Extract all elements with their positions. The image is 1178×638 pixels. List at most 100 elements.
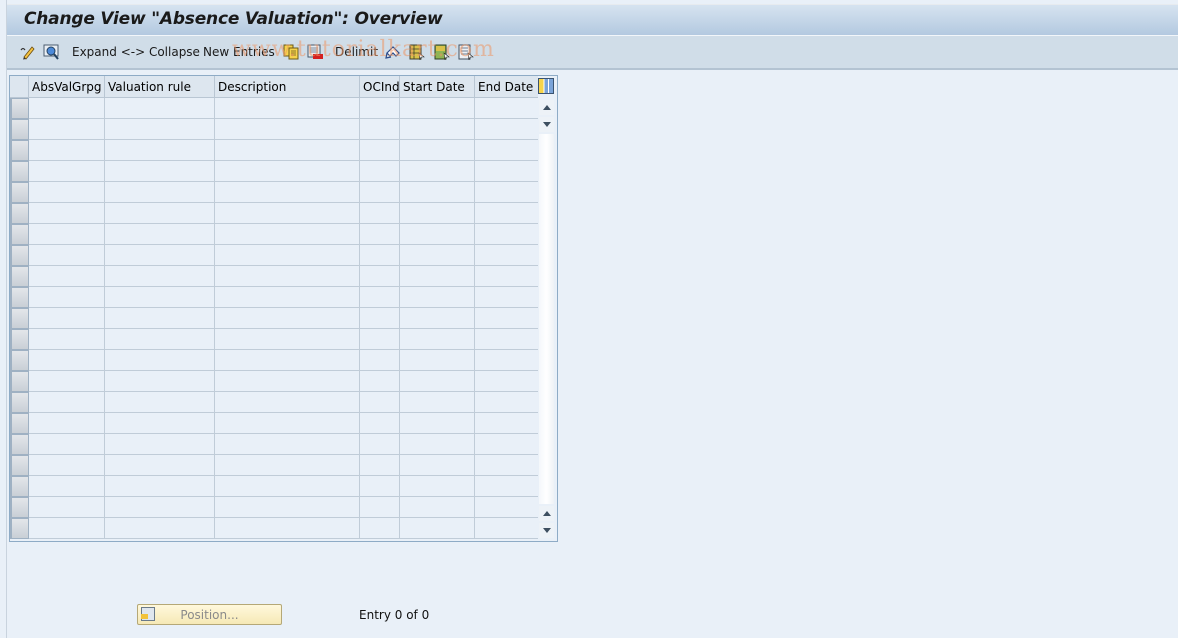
undo-change-button[interactable] xyxy=(385,42,401,62)
table-cell-start_date[interactable] xyxy=(400,245,475,266)
table-cell-absvalgrpg[interactable] xyxy=(29,308,105,329)
row-selector-button[interactable] xyxy=(10,119,29,140)
column-header-start-date[interactable]: Start Date xyxy=(400,76,475,98)
table-cell-valuation_rule[interactable] xyxy=(105,350,215,371)
table-cell-ocind[interactable] xyxy=(360,350,400,371)
table-cell-ocind[interactable] xyxy=(360,245,400,266)
table-cell-start_date[interactable] xyxy=(400,329,475,350)
table-cell-valuation_rule[interactable] xyxy=(105,98,215,119)
select-block-button[interactable] xyxy=(434,42,450,62)
column-header-description[interactable]: Description xyxy=(215,76,360,98)
table-cell-start_date[interactable] xyxy=(400,518,475,539)
table-cell-valuation_rule[interactable] xyxy=(105,392,215,413)
table-cell-description[interactable] xyxy=(215,266,360,287)
table-cell-end_date[interactable] xyxy=(475,266,538,287)
table-cell-start_date[interactable] xyxy=(400,434,475,455)
table-cell-valuation_rule[interactable] xyxy=(105,266,215,287)
find-button[interactable] xyxy=(43,42,59,62)
column-header-ocind[interactable]: OCInd xyxy=(360,76,400,98)
table-cell-description[interactable] xyxy=(215,413,360,434)
table-cell-start_date[interactable] xyxy=(400,455,475,476)
table-cell-ocind[interactable] xyxy=(360,287,400,308)
table-cell-end_date[interactable] xyxy=(475,182,538,203)
table-cell-ocind[interactable] xyxy=(360,329,400,350)
table-cell-valuation_rule[interactable] xyxy=(105,434,215,455)
table-cell-description[interactable] xyxy=(215,476,360,497)
row-selector-button[interactable] xyxy=(10,224,29,245)
table-cell-end_date[interactable] xyxy=(475,224,538,245)
table-cell-absvalgrpg[interactable] xyxy=(29,413,105,434)
table-cell-description[interactable] xyxy=(215,434,360,455)
deselect-all-button[interactable] xyxy=(458,42,474,62)
table-cell-valuation_rule[interactable] xyxy=(105,329,215,350)
table-cell-description[interactable] xyxy=(215,182,360,203)
row-selector-button[interactable] xyxy=(10,434,29,455)
table-cell-valuation_rule[interactable] xyxy=(105,308,215,329)
table-cell-ocind[interactable] xyxy=(360,455,400,476)
row-selector-button[interactable] xyxy=(10,329,29,350)
row-selector-button[interactable] xyxy=(10,287,29,308)
table-cell-start_date[interactable] xyxy=(400,392,475,413)
table-cell-ocind[interactable] xyxy=(360,161,400,182)
column-header-end-date[interactable]: End Date xyxy=(475,76,538,98)
row-selector-button[interactable] xyxy=(10,476,29,497)
row-selector-button[interactable] xyxy=(10,161,29,182)
row-selector-button[interactable] xyxy=(10,140,29,161)
table-cell-ocind[interactable] xyxy=(360,266,400,287)
table-cell-absvalgrpg[interactable] xyxy=(29,245,105,266)
table-cell-ocind[interactable] xyxy=(360,371,400,392)
table-cell-start_date[interactable] xyxy=(400,371,475,392)
scroll-down-top-button[interactable] xyxy=(539,117,554,132)
table-cell-ocind[interactable] xyxy=(360,518,400,539)
table-cell-absvalgrpg[interactable] xyxy=(29,140,105,161)
table-cell-start_date[interactable] xyxy=(400,476,475,497)
table-cell-start_date[interactable] xyxy=(400,308,475,329)
table-cell-end_date[interactable] xyxy=(475,497,538,518)
table-cell-description[interactable] xyxy=(215,119,360,140)
table-cell-absvalgrpg[interactable] xyxy=(29,518,105,539)
table-cell-start_date[interactable] xyxy=(400,350,475,371)
table-cell-start_date[interactable] xyxy=(400,413,475,434)
row-selector-button[interactable] xyxy=(10,182,29,203)
table-cell-start_date[interactable] xyxy=(400,497,475,518)
table-cell-end_date[interactable] xyxy=(475,476,538,497)
table-cell-ocind[interactable] xyxy=(360,182,400,203)
table-cell-description[interactable] xyxy=(215,140,360,161)
table-cell-valuation_rule[interactable] xyxy=(105,161,215,182)
table-cell-end_date[interactable] xyxy=(475,203,538,224)
expand-collapse-button[interactable]: Expand <-> Collapse xyxy=(72,42,200,62)
table-cell-absvalgrpg[interactable] xyxy=(29,182,105,203)
table-cell-start_date[interactable] xyxy=(400,266,475,287)
table-cell-start_date[interactable] xyxy=(400,161,475,182)
table-cell-end_date[interactable] xyxy=(475,161,538,182)
row-selector-button[interactable] xyxy=(10,266,29,287)
position-button[interactable]: Position... xyxy=(137,604,282,625)
table-cell-end_date[interactable] xyxy=(475,98,538,119)
table-cell-end_date[interactable] xyxy=(475,371,538,392)
table-cell-end_date[interactable] xyxy=(475,245,538,266)
table-cell-ocind[interactable] xyxy=(360,497,400,518)
select-all-rows-header[interactable] xyxy=(10,76,29,98)
table-cell-valuation_rule[interactable] xyxy=(105,518,215,539)
column-header-absvalgrpg[interactable]: AbsValGrpg xyxy=(29,76,105,98)
table-cell-end_date[interactable] xyxy=(475,518,538,539)
table-cell-ocind[interactable] xyxy=(360,224,400,245)
table-cell-valuation_rule[interactable] xyxy=(105,371,215,392)
select-all-button[interactable] xyxy=(409,42,425,62)
scrollbar-track[interactable] xyxy=(539,134,554,504)
table-cell-valuation_rule[interactable] xyxy=(105,245,215,266)
table-cell-absvalgrpg[interactable] xyxy=(29,392,105,413)
table-cell-valuation_rule[interactable] xyxy=(105,224,215,245)
table-cell-absvalgrpg[interactable] xyxy=(29,161,105,182)
copy-as-button[interactable] xyxy=(283,42,299,62)
row-selector-button[interactable] xyxy=(10,497,29,518)
table-cell-end_date[interactable] xyxy=(475,434,538,455)
table-cell-description[interactable] xyxy=(215,371,360,392)
row-selector-button[interactable] xyxy=(10,98,29,119)
table-cell-valuation_rule[interactable] xyxy=(105,455,215,476)
table-cell-valuation_rule[interactable] xyxy=(105,140,215,161)
table-cell-ocind[interactable] xyxy=(360,203,400,224)
table-cell-start_date[interactable] xyxy=(400,140,475,161)
row-selector-button[interactable] xyxy=(10,350,29,371)
table-cell-end_date[interactable] xyxy=(475,329,538,350)
